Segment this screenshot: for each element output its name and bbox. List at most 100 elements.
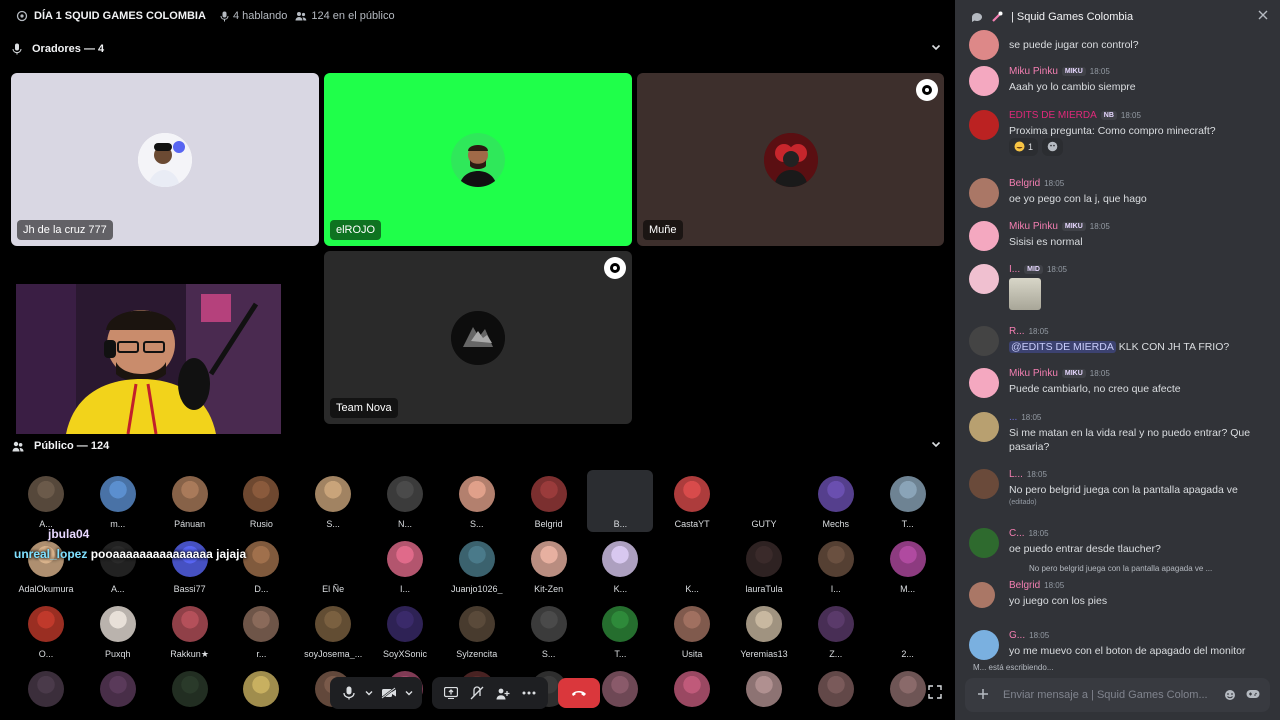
avatar[interactable]: [969, 630, 999, 660]
avatar[interactable]: [969, 528, 999, 558]
audience-member[interactable]: SoyXSonic: [372, 600, 438, 662]
more-options-button[interactable]: [516, 680, 542, 706]
avatar[interactable]: [969, 368, 999, 398]
audience-member[interactable]: [803, 665, 869, 720]
camera-off-button[interactable]: [376, 680, 402, 706]
close-icon[interactable]: [1258, 10, 1268, 23]
audience-member[interactable]: O...: [13, 600, 79, 662]
audience-member[interactable]: Yeremias13: [731, 600, 797, 662]
audience-member[interactable]: r...: [228, 600, 294, 662]
fullscreen-icon[interactable]: [928, 685, 942, 704]
audience-member[interactable]: Rusio: [228, 470, 294, 532]
audience-member[interactable]: Kit-Zen: [516, 535, 582, 597]
audience-member[interactable]: Rakkun★: [157, 600, 223, 662]
audience-member[interactable]: [228, 665, 294, 720]
speaker-tile[interactable]: Jh de la cruz 777: [11, 73, 319, 246]
audience-member[interactable]: CastaYT: [659, 470, 725, 532]
audience-member[interactable]: A...: [85, 535, 151, 597]
message-author[interactable]: G...: [1009, 630, 1025, 641]
audience-member[interactable]: Z...: [803, 600, 869, 662]
user-mention[interactable]: @EDITS DE MIERDA: [1009, 341, 1116, 353]
avatar[interactable]: [969, 66, 999, 96]
message-author[interactable]: R...: [1009, 326, 1025, 337]
avatar[interactable]: [969, 412, 999, 442]
audience-member[interactable]: lauraTula: [731, 535, 797, 597]
add-reaction-button[interactable]: [1042, 138, 1064, 156]
pin-icon[interactable]: [916, 79, 938, 101]
reply-preview[interactable]: No pero belgrid juega con la pantalla ap…: [1029, 564, 1212, 573]
audience-member[interactable]: N...: [372, 470, 438, 532]
audience-member[interactable]: Sylzencita: [444, 600, 510, 662]
mic-options-chevron-icon[interactable]: [362, 680, 376, 706]
audience-member[interactable]: Mechs: [803, 470, 869, 532]
avatar[interactable]: [969, 110, 999, 140]
avatar[interactable]: [969, 178, 999, 208]
speaker-tile[interactable]: Team Nova: [324, 251, 632, 424]
reaction-pill[interactable]: 1: [1009, 138, 1039, 156]
audience-member[interactable]: K...: [659, 535, 725, 597]
speaker-tile[interactable]: elROJO: [324, 73, 632, 246]
audience-member[interactable]: Belgrid: [516, 470, 582, 532]
audience-member[interactable]: T...: [587, 600, 653, 662]
message-author[interactable]: I...: [1009, 264, 1020, 275]
avatar[interactable]: [969, 326, 999, 356]
message-image[interactable]: [1009, 278, 1041, 310]
speaker-tile[interactable]: Muñe: [637, 73, 944, 246]
add-attachment-icon[interactable]: [977, 688, 989, 703]
chevron-down-icon[interactable]: [931, 42, 941, 55]
message-author[interactable]: L...: [1009, 469, 1023, 480]
message-author[interactable]: Belgrid: [1009, 580, 1040, 591]
audience-member[interactable]: m...: [85, 470, 151, 532]
audience-member[interactable]: GUTY: [731, 470, 797, 532]
audience-member[interactable]: AdalOkumura: [13, 535, 79, 597]
audience-member[interactable]: [731, 665, 797, 720]
screen-share-button[interactable]: [438, 680, 464, 706]
mute-button[interactable]: [336, 680, 362, 706]
audience-member[interactable]: [85, 665, 151, 720]
audience-member[interactable]: D...: [228, 535, 294, 597]
message-author[interactable]: EDITS DE MIERDA: [1009, 110, 1097, 121]
audience-member[interactable]: S...: [444, 470, 510, 532]
message-author[interactable]: Miku Pinku: [1009, 66, 1058, 77]
invite-to-speak-button[interactable]: [490, 680, 516, 706]
public-header[interactable]: Público — 124: [0, 431, 955, 461]
avatar[interactable]: [969, 221, 999, 251]
message-author[interactable]: C...: [1009, 528, 1025, 539]
message-author[interactable]: Miku Pinku: [1009, 221, 1058, 232]
pin-icon[interactable]: [604, 257, 626, 279]
message-author[interactable]: Miku Pinku: [1009, 368, 1058, 379]
message-author[interactable]: Belgrid: [1009, 178, 1040, 189]
audience-member[interactable]: Puxqh: [85, 600, 151, 662]
audience-member[interactable]: M...: [875, 535, 941, 597]
avatar[interactable]: [969, 264, 999, 294]
camera-options-chevron-icon[interactable]: [402, 680, 416, 706]
audience-member[interactable]: soyJosema_...: [300, 600, 366, 662]
audience-member[interactable]: S...: [300, 470, 366, 532]
emoji-picker-icon[interactable]: [1224, 689, 1236, 704]
avatar[interactable]: [969, 30, 999, 60]
message-author[interactable]: ...: [1009, 412, 1017, 423]
audience-member[interactable]: S...: [516, 600, 582, 662]
avatar[interactable]: [969, 469, 999, 499]
chevron-down-icon[interactable]: [931, 439, 941, 452]
audience-member[interactable]: Bassi77: [157, 535, 223, 597]
stop-speaking-button[interactable]: [464, 680, 490, 706]
activities-icon[interactable]: [1246, 689, 1260, 703]
audience-member[interactable]: K...: [587, 535, 653, 597]
audience-member[interactable]: [157, 665, 223, 720]
audience-member[interactable]: A...: [13, 470, 79, 532]
audience-member[interactable]: El Ñe: [300, 535, 366, 597]
speakers-header[interactable]: Oradores — 4: [0, 34, 955, 64]
audience-member[interactable]: Juanjo1026_: [444, 535, 510, 597]
audience-member[interactable]: T...: [875, 470, 941, 532]
disconnect-button[interactable]: [558, 678, 600, 708]
audience-member[interactable]: I...: [803, 535, 869, 597]
audience-member[interactable]: Pánuan: [157, 470, 223, 532]
avatar[interactable]: [969, 582, 995, 608]
audience-member[interactable]: [659, 665, 725, 720]
audience-member[interactable]: 2...: [875, 600, 941, 662]
message-composer[interactable]: Enviar mensaje a | Squid Games Colom...: [965, 678, 1270, 712]
audience-member[interactable]: [13, 665, 79, 720]
audience-member[interactable]: I...: [372, 535, 438, 597]
message-input[interactable]: Enviar mensaje a | Squid Games Colom...: [1003, 689, 1208, 701]
